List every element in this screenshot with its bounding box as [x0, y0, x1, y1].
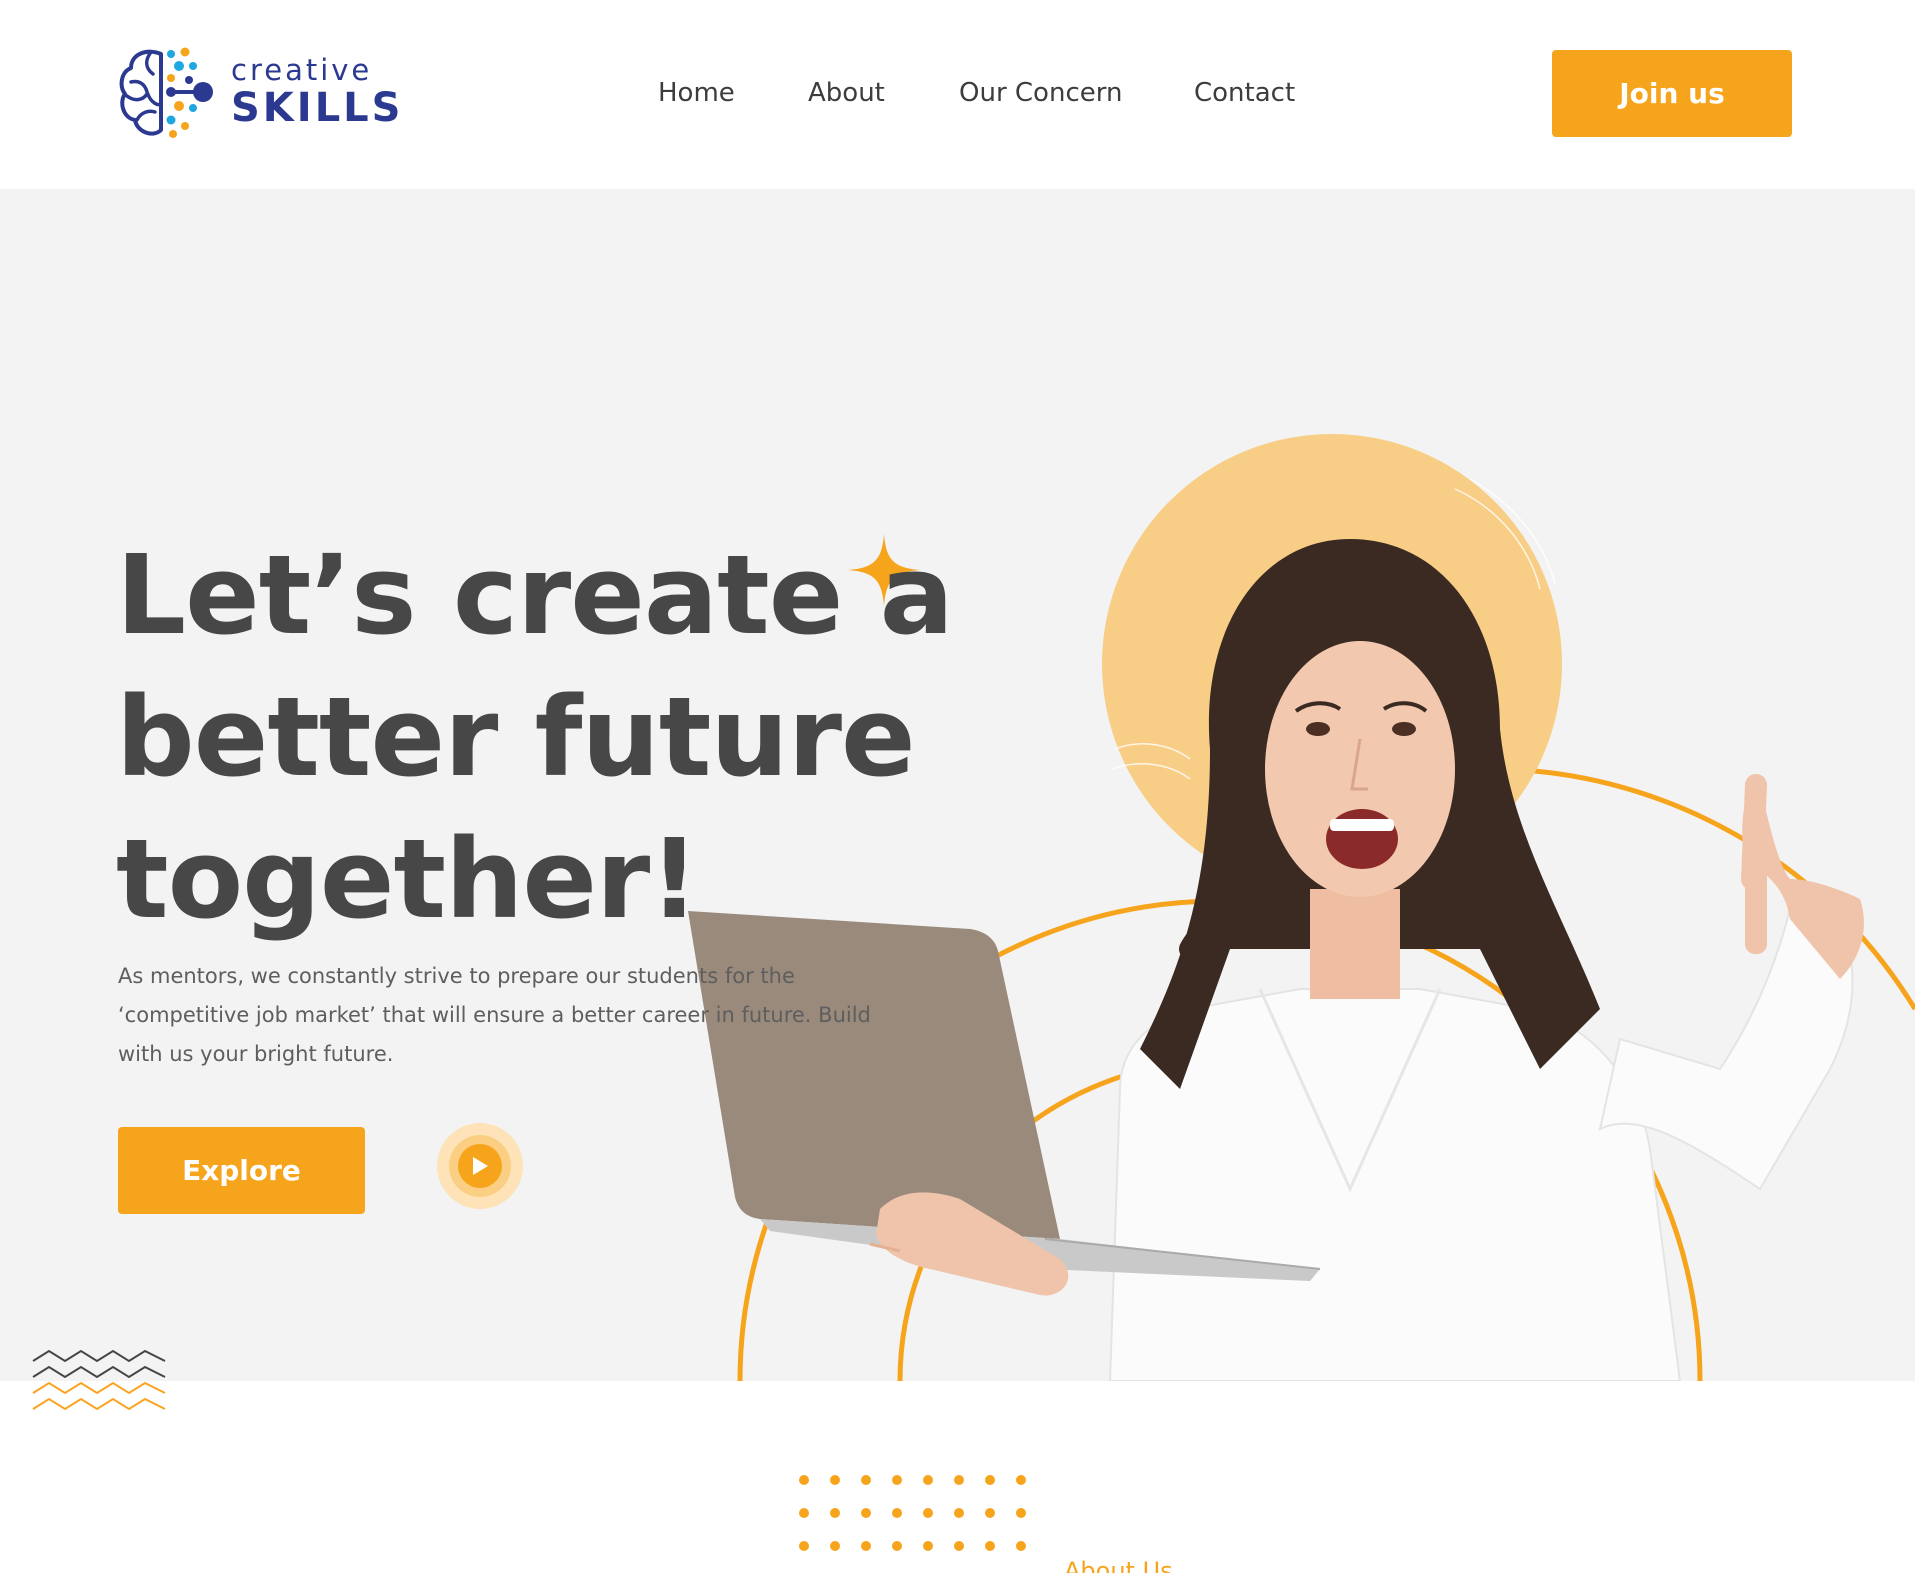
play-ring: [449, 1135, 511, 1197]
brand-name-top: creative: [231, 53, 373, 87]
person-shirt: [1108, 988, 1682, 1381]
nav-link-contact[interactable]: Contact: [1194, 76, 1295, 110]
play-core: [458, 1144, 502, 1188]
nav-link-our-concern[interactable]: Our Concern: [959, 76, 1122, 110]
explore-button[interactable]: Explore: [118, 1127, 365, 1214]
hero-title: Let’s create a better future together!: [116, 524, 1016, 950]
hero-description: As mentors, we constantly strive to prep…: [118, 964, 871, 1066]
nav-link-about[interactable]: About: [808, 76, 885, 110]
brain-logo-icon: [119, 47, 213, 138]
site-header: creative SKILLS Home About Our Concern C…: [0, 0, 1915, 189]
hero-title-line-3: together!: [116, 815, 699, 943]
hero-title-line-2: better future: [116, 673, 916, 801]
hero-title-line-1: Let’s create a: [116, 531, 954, 659]
play-video-button[interactable]: [437, 1123, 523, 1209]
play-icon: [473, 1157, 488, 1175]
brand-logo[interactable]: creative SKILLS: [117, 46, 400, 140]
hero-section: Let’s create a better future together! A…: [0, 189, 1915, 1381]
dot-grid-decoration: [799, 1475, 1026, 1551]
about-us-heading: About Us: [1064, 1557, 1173, 1573]
join-us-button[interactable]: Join us: [1552, 50, 1792, 137]
zigzag-decoration-icon: [32, 1349, 166, 1411]
nav-link-home[interactable]: Home: [658, 76, 735, 110]
brand-name-bottom: SKILLS: [231, 85, 404, 131]
